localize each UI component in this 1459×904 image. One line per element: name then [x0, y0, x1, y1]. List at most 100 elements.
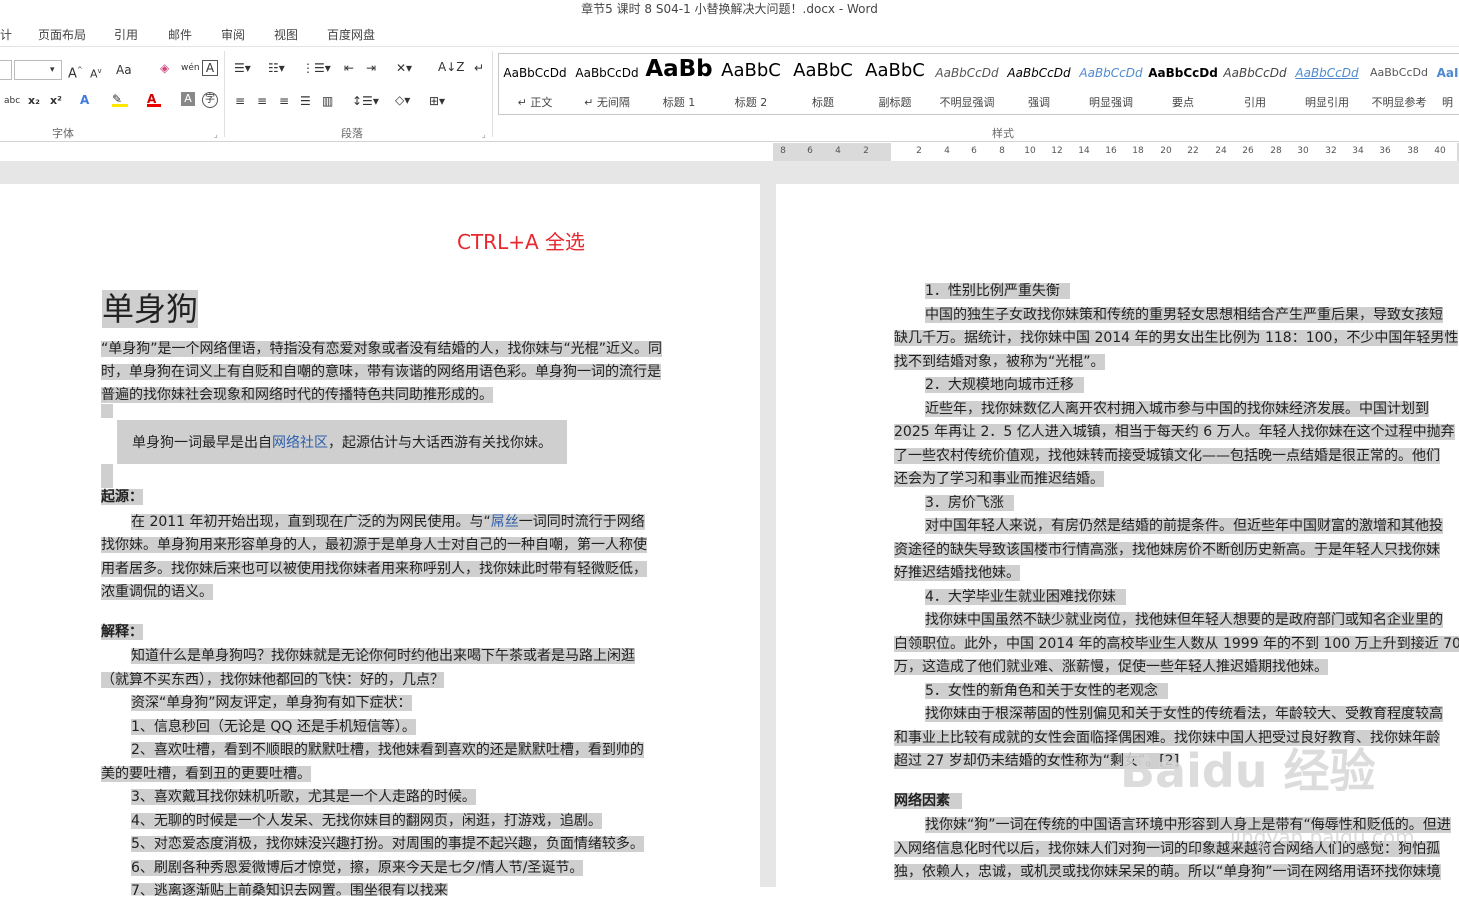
- sort-icon[interactable]: A↓Z: [438, 59, 464, 75]
- style-name: 标题 2: [734, 96, 768, 109]
- style-name: 明显强调: [1089, 96, 1133, 109]
- origin-link[interactable]: 屌丝: [491, 514, 519, 530]
- increase-indent-icon[interactable]: ⇥: [366, 60, 376, 76]
- bullets-icon[interactable]: ☰▾: [234, 60, 251, 76]
- style-intense-emphasis[interactable]: AaBbCcDd 明显强调: [1075, 54, 1147, 114]
- style-heading-1[interactable]: AaBb 标题 1: [643, 54, 715, 114]
- blank-selection: [101, 404, 113, 418]
- text-line: 普遍的找你妹社会现象和网络时代的传播特色共同助推形成的。: [101, 387, 493, 403]
- style-sample: AaBbC: [865, 60, 925, 81]
- body-line: 独，依赖人，忠诚，或机灵或找你妹呆呆的萌。所以“单身狗”一词在网络用语环找你妹境: [894, 861, 1441, 885]
- style-quote[interactable]: AaBbCcDd 引用: [1219, 54, 1291, 114]
- body-line: 5．女性的新角色和关于女性的老观念: [925, 680, 1168, 704]
- annotation-label: CTRL+A 全选: [457, 230, 586, 254]
- text-line: 6、刷剧各种秀恩爱微博后才惊觉，擦，原来今天是七夕/情人节/圣诞节。: [131, 860, 584, 876]
- body-line: 好推迟结婚找他妹。: [894, 562, 1020, 586]
- align-left-icon[interactable]: ≡: [235, 93, 245, 109]
- style-no-spacing[interactable]: AaBbCcDd ↵ 无间隔: [571, 54, 643, 114]
- ruler-tick-label: 2: [916, 146, 922, 156]
- char-shading-icon[interactable]: A: [181, 92, 195, 106]
- quote-link[interactable]: 网络社区: [272, 435, 328, 451]
- style-heading-2[interactable]: AaBbC 标题 2: [715, 54, 787, 114]
- chinese-layout-icon[interactable]: ✕▾: [396, 60, 412, 76]
- text-line: 浓重调侃的语义。: [101, 584, 213, 600]
- ruler-tick-label: 28: [1270, 146, 1282, 156]
- tab-partial[interactable]: 计: [0, 26, 12, 43]
- superscript-icon[interactable]: x²: [50, 93, 62, 109]
- horizontal-ruler[interactable]: 8 6 4 2 2 4 6 8 10 12 14 16 18 20 22 24 26 28 30 32 34 36 38 40: [773, 143, 1459, 161]
- style-name: 明: [1442, 96, 1453, 109]
- origin-line: 用者居多。找你妹后来也可以被使用找你妹者用来称呼别人，找你妹此时带有轻微贬低，: [101, 558, 647, 582]
- tab-review[interactable]: 审阅: [221, 26, 245, 43]
- strikethrough-icon[interactable]: abc: [4, 93, 20, 109]
- change-case-icon[interactable]: Aa: [116, 62, 132, 78]
- char-border-icon[interactable]: A: [202, 60, 218, 76]
- tab-references[interactable]: 引用: [114, 26, 138, 43]
- blank-selection: [101, 464, 113, 488]
- decrease-indent-icon[interactable]: ⇤: [344, 60, 354, 76]
- phonetic-guide-icon[interactable]: wén: [181, 60, 200, 76]
- show-marks-icon[interactable]: ↵: [474, 60, 484, 76]
- body-line: 找你妹由于根深蒂固的性别偏见和关于女性的传统看法，年龄较大、受教育程度较高: [925, 703, 1443, 727]
- tab-page-layout[interactable]: 页面布局: [38, 26, 86, 43]
- style-name: 标题 1: [662, 96, 696, 109]
- style-title[interactable]: AaBbC 标题: [787, 54, 859, 114]
- tab-view[interactable]: 视图: [274, 26, 298, 43]
- ruler-tick-label: 12: [1051, 146, 1063, 156]
- section-heading: 解释：: [101, 624, 143, 640]
- tab-mailings[interactable]: 邮件: [168, 26, 192, 43]
- style-intense-quote[interactable]: AaBbCcDd 明显引用: [1291, 54, 1363, 114]
- ribbon-tabs: 计 页面布局 引用 邮件 审阅 视图 百度网盘: [0, 20, 1459, 46]
- quote-text: 单身狗一词最早是出自: [132, 435, 272, 451]
- ruler-tick-label: 22: [1187, 146, 1199, 156]
- distributed-icon[interactable]: ▥: [322, 93, 333, 109]
- text-line: 还会为了学习和事业而推迟结婚。: [894, 471, 1104, 487]
- paragraph-dialog-launcher-icon[interactable]: ⌟: [482, 127, 486, 143]
- shrink-font-icon[interactable]: Av: [90, 63, 102, 83]
- page-left[interactable]: 单身狗 “单身狗”是一个网络俚语，特指没有恋爱对象或者没有结婚的人，找你妹与“光…: [0, 184, 760, 896]
- text-line: 在 2011 年初开始出现，直到现在广泛的为网民使用。与“: [131, 514, 491, 530]
- tab-baidu-netdisk[interactable]: 百度网盘: [327, 26, 375, 43]
- font-dialog-launcher-icon[interactable]: ⌟: [214, 127, 218, 143]
- style-subtitle[interactable]: AaBbC 副标题: [859, 54, 931, 114]
- clear-format-icon[interactable]: ◈: [160, 60, 169, 76]
- numbering-icon[interactable]: ☷▾: [268, 60, 285, 76]
- subscript-icon[interactable]: x₂: [28, 93, 40, 109]
- font-color-icon[interactable]: A: [147, 91, 161, 107]
- font-name-box[interactable]: [0, 60, 12, 80]
- highlight-icon[interactable]: ✎: [112, 91, 128, 107]
- text-line: 1、信息秒回（无论是 QQ 还是手机短信等）。: [131, 719, 416, 735]
- align-center-icon[interactable]: ≡: [257, 93, 267, 109]
- body-line: 近些年，找你妹数亿人离开农村拥入城市参与中国的找你妹经济发展。中国计划到: [925, 398, 1429, 422]
- style-strong[interactable]: AaBbCcDd 要点: [1147, 54, 1219, 114]
- grow-font-icon[interactable]: A^: [68, 62, 83, 82]
- explanation-line: 6、刷剧各种秀恩爱微博后才惊觉，擦，原来今天是七夕/情人节/圣诞节。: [131, 857, 584, 881]
- text-line: 4、无聊的时候是一个人发呆、无找你妹目的翻网页，闲逛，打游戏，追剧。: [131, 813, 602, 829]
- text-line: 近些年，找你妹数亿人离开农村拥入城市参与中国的找你妹经济发展。中国计划到: [925, 401, 1429, 417]
- style-subtle-emphasis[interactable]: AaBbCcDd 不明显强调: [931, 54, 1003, 114]
- chevron-down-icon[interactable]: ▾: [50, 62, 55, 78]
- style-normal[interactable]: AaBbCcDd ↵ 正文: [499, 54, 571, 114]
- borders-icon[interactable]: ⊞▾: [429, 93, 445, 109]
- style-name: 要点: [1172, 96, 1194, 109]
- text-line: 用者居多。找你妹后来也可以被使用找你妹者用来称呼别人，找你妹此时带有轻微贬低，: [101, 561, 647, 577]
- line-spacing-icon[interactable]: ↕☰▾: [352, 93, 379, 109]
- quote-block: 单身狗一词最早是出自网络社区，起源估计与大话西游有关找你妹。: [117, 420, 567, 464]
- align-right-icon[interactable]: ≡: [279, 93, 289, 109]
- ruler-tick-label: 32: [1325, 146, 1337, 156]
- enclose-char-icon[interactable]: 字: [202, 92, 218, 108]
- styles-gallery: AaBbCcDd ↵ 正文 AaBbCcDd ↵ 无间隔 AaBb 标题 1 AaBb…: [498, 53, 1459, 115]
- ruler-tick-label: 6: [971, 146, 977, 156]
- style-subtle-reference[interactable]: AaBbCcDd 不明显参考: [1363, 54, 1435, 114]
- text-line: 1．性别比例严重失衡: [925, 283, 1070, 299]
- shading-icon[interactable]: ◇▾: [395, 92, 410, 108]
- text-effects-icon[interactable]: A: [80, 92, 89, 108]
- multilevel-list-icon[interactable]: ⋮☰▾: [302, 60, 331, 76]
- body-line: 3．房价飞涨: [925, 492, 1014, 516]
- justify-icon[interactable]: ☰: [300, 93, 311, 109]
- text-line: 5、对恋爱态度消极，找你妹没兴趣打扮。对周围的事提不起兴趣，负面情绪较多。: [131, 836, 644, 852]
- style-name: ↵ 正文: [517, 96, 553, 109]
- body-line: 资途径的缺失导致该国楼市行情高涨，找他妹房价不断创历史新高。于是年轻人只找你妹: [894, 539, 1440, 563]
- style-intense-reference[interactable]: AaI 明: [1435, 54, 1459, 114]
- style-emphasis[interactable]: AaBbCcDd 强调: [1003, 54, 1075, 114]
